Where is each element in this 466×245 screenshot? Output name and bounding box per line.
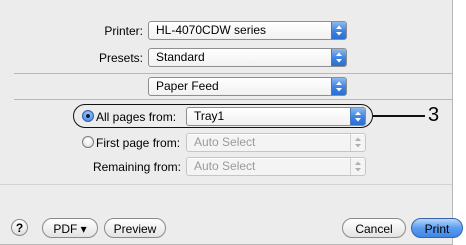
first-page-popup[interactable]: Auto Select xyxy=(186,133,366,152)
first-page-radio[interactable] xyxy=(82,136,94,148)
popup-arrows-icon xyxy=(331,78,346,95)
cancel-button[interactable]: Cancel xyxy=(342,218,406,238)
first-page-label: First page from: xyxy=(96,136,181,150)
presets-value: Standard xyxy=(156,50,205,64)
printer-value: HL-4070CDW series xyxy=(156,23,267,37)
preview-button[interactable]: Preview xyxy=(104,218,166,238)
popup-arrows-icon xyxy=(331,49,346,66)
presets-popup[interactable]: Standard xyxy=(148,48,347,67)
separator xyxy=(14,99,452,100)
callout-line xyxy=(373,115,425,117)
separator xyxy=(14,73,452,74)
remaining-popup[interactable]: Auto Select xyxy=(186,157,366,176)
presets-label: Presets: xyxy=(98,51,143,65)
remaining-label: Remaining from: xyxy=(92,160,181,174)
callout-outline xyxy=(73,104,373,128)
first-page-value: Auto Select xyxy=(194,135,256,149)
popup-arrows-icon xyxy=(331,22,346,39)
pdf-button[interactable]: PDF ▾ xyxy=(42,218,98,238)
popup-arrows-icon xyxy=(350,134,365,151)
separator xyxy=(0,184,452,185)
panel-value: Paper Feed xyxy=(156,79,219,93)
help-button[interactable]: ? xyxy=(11,219,28,236)
remaining-value: Auto Select xyxy=(194,159,256,173)
callout-number: 3 xyxy=(428,104,440,126)
popup-arrows-icon xyxy=(350,158,365,175)
panel-popup[interactable]: Paper Feed xyxy=(148,77,347,96)
printer-popup[interactable]: HL-4070CDW series xyxy=(148,21,347,40)
print-button[interactable]: Print xyxy=(411,218,463,238)
printer-label: Printer: xyxy=(104,24,143,38)
